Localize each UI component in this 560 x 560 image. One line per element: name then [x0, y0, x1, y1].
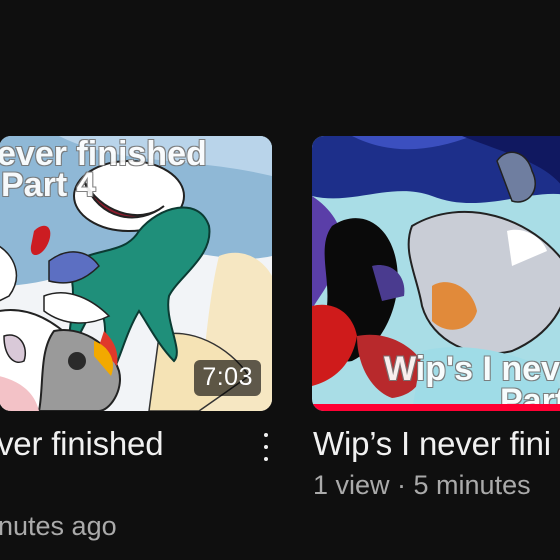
watch-progress-bar	[312, 404, 560, 411]
more-vert-icon[interactable]	[256, 430, 276, 464]
kebab-dot	[264, 433, 268, 437]
video-thumbnail-2[interactable]: Wip's I neve Part	[312, 136, 560, 411]
video-thumbnail-1[interactable]: ever finished Part 4 7:03	[0, 136, 272, 411]
duration-badge: 7:03	[194, 360, 261, 396]
video-title-1[interactable]: ver finished	[0, 425, 164, 463]
kebab-dot	[264, 445, 268, 449]
thumbnail-title-line-1: Wip's I neve	[384, 350, 560, 388]
kebab-dot	[264, 457, 268, 461]
video-title-2[interactable]: Wip’s I never fini	[313, 425, 551, 463]
video-meta-1: nutes ago	[0, 511, 117, 541]
thumbnail-title-line-2: Part 4	[1, 166, 96, 204]
video-meta-2: 1 view · 5 minutes	[313, 470, 531, 500]
